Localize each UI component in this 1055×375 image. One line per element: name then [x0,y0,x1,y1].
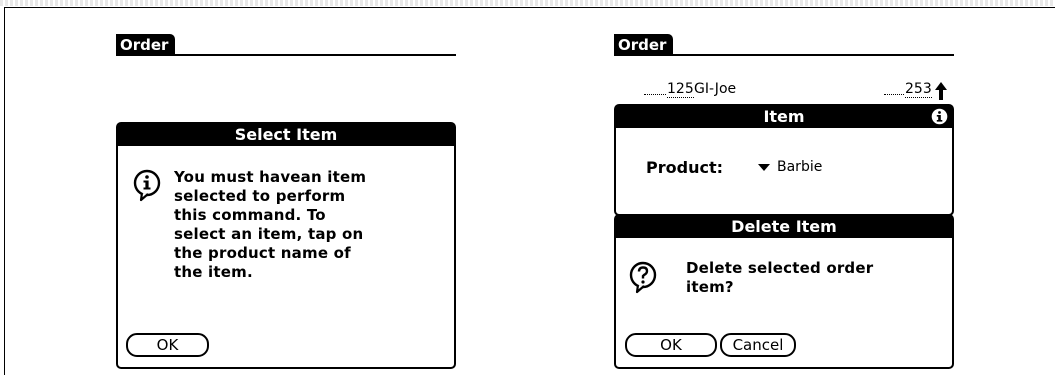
product-value[interactable]: Barbie [777,159,822,175]
title-underline [614,54,954,56]
alert-message-line: select an item, tap on [174,225,364,243]
form-title-bar: Order [614,34,954,58]
order-list-row[interactable]: 125 GI-Joe 253 [614,79,954,101]
product-label: Product: [646,158,723,177]
popup-triangle-icon [758,164,770,171]
delete-message-line: item? [686,278,734,296]
price-leader-dots [884,94,904,95]
alert-message-line: selected to perform [174,187,346,205]
form-title: Order [614,34,674,56]
ok-button[interactable]: OK [625,333,717,357]
right-device-screen: Order 125 GI-Joe 253 Item Product: Barbi… [614,0,954,375]
form-title: Order [116,34,176,56]
form-title-bar: Order [116,34,456,58]
delete-dialog-message: Delete selected order item? [686,259,873,297]
alert-message-line: the item. [174,263,253,281]
left-device-screen: Order Select Item You must havean item s… [116,0,456,375]
delete-dialog-title: Delete Item [616,216,952,238]
ok-button[interactable]: OK [126,333,209,357]
delete-item-dialog: Delete Item Delete selected order item? … [614,214,954,369]
row-price[interactable]: 253 [905,81,932,98]
info-icon [133,169,161,202]
alert-message-line: You must havean item [174,168,367,186]
item-dialog-title: Item [616,106,952,128]
alert-title: Select Item [118,124,454,146]
row-quantity[interactable]: 125 [667,81,694,98]
item-dialog-body: Product: Barbie [616,128,952,214]
cancel-button[interactable]: Cancel [720,333,796,357]
question-icon [629,261,657,294]
item-dialog-title-text: Item [763,107,805,126]
alert-body: You must havean item selected to perform… [118,146,454,367]
alert-message-line: the product name of [174,244,351,262]
scroll-up-arrow-icon[interactable] [934,81,948,101]
delete-dialog-body: Delete selected order item? OK Cancel [616,238,952,367]
alert-message-line: this command. To [174,206,326,224]
info-icon[interactable] [931,108,948,125]
alert-message: You must havean item selected to perform… [174,168,366,282]
select-item-alert: Select Item You must havean item selecte… [116,122,456,369]
title-underline [116,54,456,56]
delete-message-line: Delete selected order [686,259,874,277]
quantity-leader-dots [644,94,666,95]
item-dialog: Item Product: Barbie [614,104,954,216]
row-product[interactable]: GI-Joe [694,81,736,97]
